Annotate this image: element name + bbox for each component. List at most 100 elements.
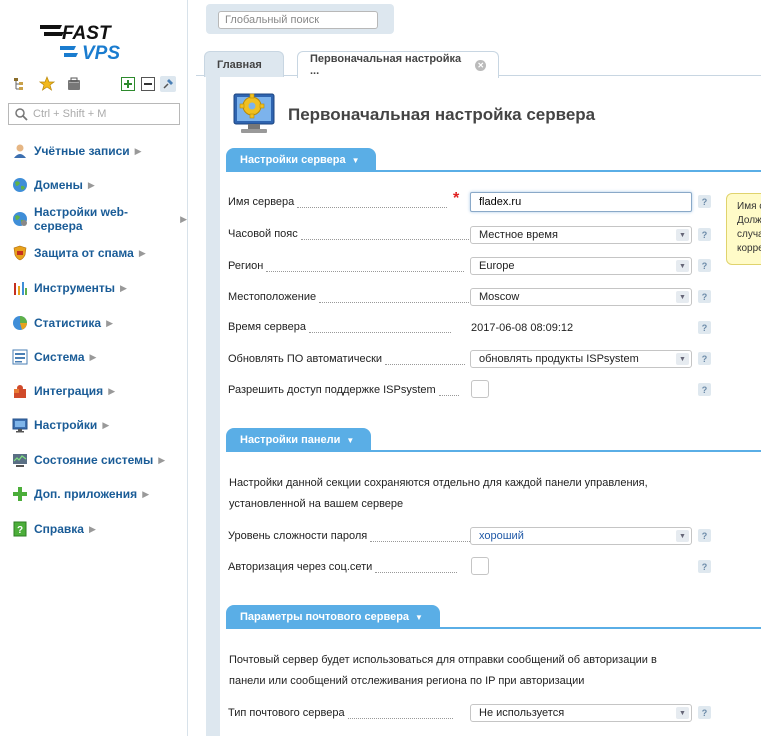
tools-icon (12, 280, 28, 296)
field-label: Время сервера (228, 321, 306, 333)
sidebar-item-label: Настройки (34, 418, 98, 432)
global-search-container (206, 4, 394, 34)
shield-icon (12, 245, 28, 261)
help-icon[interactable]: ? (698, 706, 711, 719)
monitor-icon (12, 417, 28, 433)
sidebar: FAST VPS Ctrl + Shift + M Учётные записи… (0, 0, 188, 736)
field-label: Уровень сложности пароля (228, 530, 368, 542)
sidebar-item-accounts[interactable]: Учётные записи ▶ (12, 141, 142, 161)
system-list-icon (12, 349, 28, 365)
server-name-tooltip: Имя с Долж случа корре (726, 193, 761, 265)
tree-view-icon[interactable] (12, 76, 28, 92)
help-icon[interactable]: ? (698, 321, 711, 334)
dropdown-triangle-icon: ▼ (351, 155, 360, 165)
field-label: Обновлять ПО автоматически (228, 353, 383, 365)
dropdown-triangle-icon: ▼ (415, 612, 423, 622)
tooltip-line: Имя с (737, 201, 761, 212)
chevron-right-icon: ▶ (89, 351, 97, 362)
label-mail-type: Тип почтового сервера (228, 707, 453, 719)
social-auth-checkbox[interactable] (471, 557, 489, 575)
section-server-header[interactable]: Настройки сервера ▼ (226, 148, 761, 172)
chevron-right-icon: ▶ (142, 488, 150, 499)
sidebar-item-addons[interactable]: Доп. приложения ▶ (12, 484, 149, 504)
sidebar-item-domains[interactable]: Домены ▶ (12, 175, 95, 195)
field-label: Местоположение (228, 291, 317, 303)
location-select[interactable]: Moscow ▼ (470, 288, 692, 306)
close-icon[interactable]: ✕ (475, 59, 486, 71)
sidebar-item-settings[interactable]: Настройки ▶ (12, 415, 109, 435)
help-icon[interactable]: ? (698, 228, 711, 241)
sidebar-item-label: Интеграция (34, 384, 104, 398)
sidebar-item-label: Учётные записи (34, 144, 130, 158)
label-support-access: Разрешить доступ поддержке ISPsystem (228, 384, 459, 396)
server-name-input[interactable] (470, 192, 692, 212)
timezone-select[interactable]: Местное время ▼ (470, 226, 692, 244)
sidebar-item-label: Настройки web-сервера (34, 205, 128, 233)
sidebar-search-placeholder: Ctrl + Shift + M (33, 108, 107, 120)
chevron-right-icon: ▶ (108, 385, 116, 396)
label-social-auth: Авторизация через соц.сети (228, 561, 458, 573)
sidebar-item-integration[interactable]: Интеграция ▶ (12, 381, 115, 401)
sidebar-item-spam[interactable]: Защита от спама ▶ (12, 243, 146, 263)
global-search-input[interactable] (218, 11, 378, 29)
fastvps-logo[interactable]: FAST VPS (40, 22, 150, 62)
sidebar-item-label: Защита от спама (34, 246, 134, 260)
section-panel-description: Настройки данной секции сохраняются отде… (229, 473, 689, 515)
help-icon[interactable]: ? (698, 290, 711, 303)
help-icon[interactable]: ? (698, 529, 711, 542)
mail-type-select[interactable]: Не используется ▼ (470, 704, 692, 722)
tooltip-line: Долж (737, 215, 761, 226)
support-access-checkbox[interactable] (471, 380, 489, 398)
tab-initial-setup[interactable]: Первоначальная настройка ... ✕ (297, 51, 499, 78)
section-panel-header[interactable]: Настройки панели ▼ (226, 428, 761, 452)
chevron-right-icon: ▶ (87, 179, 95, 190)
chevron-right-icon: ▶ (102, 419, 110, 430)
sidebar-item-label: Статистика (34, 316, 102, 330)
select-value: обновлять продукты ISPsystem (479, 353, 639, 365)
auto-update-select[interactable]: обновлять продукты ISPsystem ▼ (470, 350, 692, 368)
chevron-right-icon: ▶ (134, 145, 142, 156)
pie-chart-icon (12, 315, 28, 331)
chevron-right-icon: ▶ (120, 282, 127, 293)
field-label: Тип почтового сервера (228, 707, 345, 719)
sidebar-item-label: Система (34, 350, 85, 364)
dropdown-triangle-icon: ▼ (346, 435, 355, 445)
password-level-select[interactable]: хороший ▼ (470, 527, 692, 545)
sidebar-item-help[interactable]: ? Справка ▶ (12, 519, 96, 539)
help-icon[interactable]: ? (698, 383, 711, 396)
sidebar-item-system[interactable]: Система ▶ (12, 347, 96, 367)
sidebar-item-statistics[interactable]: Статистика ▶ (12, 313, 113, 333)
briefcase-icon[interactable] (66, 76, 82, 92)
sidebar-item-label: Инструменты (34, 281, 116, 295)
select-value: Moscow (479, 291, 520, 303)
field-label: Разрешить доступ поддержке ISPsystem (228, 384, 436, 396)
chevron-right-icon: ▶ (88, 523, 96, 534)
server-time-value: 2017-06-08 08:09:12 (471, 322, 574, 334)
search-icon (15, 108, 28, 121)
region-select[interactable]: Europe ▼ (470, 257, 692, 275)
sidebar-item-tools[interactable]: Инструменты ▶ (12, 278, 127, 298)
logo-text-fast: FAST (62, 23, 112, 44)
chevron-right-icon: ▶ (138, 247, 146, 258)
field-label: Регион (228, 260, 264, 272)
help-icon[interactable]: ? (698, 352, 711, 365)
section-title: Настройки сервера (240, 154, 346, 166)
label-password-level: Уровень сложности пароля (228, 530, 471, 542)
sidebar-search-input[interactable]: Ctrl + Shift + M (8, 103, 180, 125)
sidebar-item-web-server[interactable]: Настройки web-сервера ▶ (12, 205, 187, 233)
field-label: Часовой пояс (228, 228, 298, 240)
field-label: Имя сервера (228, 196, 295, 208)
label-auto-update: Обновлять ПО автоматически (228, 353, 466, 365)
collapse-all-icon[interactable] (140, 76, 156, 92)
required-asterisk: * (453, 190, 460, 207)
pin-icon[interactable] (160, 76, 176, 92)
expand-all-icon[interactable] (120, 76, 136, 92)
tab-home[interactable]: Главная (204, 51, 284, 77)
help-icon[interactable]: ? (698, 560, 711, 573)
section-mail-header[interactable]: Параметры почтового сервера ▼ (226, 605, 761, 629)
help-icon[interactable]: ? (698, 195, 711, 208)
favorites-star-icon[interactable] (39, 76, 55, 92)
sidebar-item-system-status[interactable]: Состояние системы ▶ (12, 450, 165, 470)
help-icon[interactable]: ? (698, 259, 711, 272)
help-book-icon: ? (12, 521, 28, 537)
